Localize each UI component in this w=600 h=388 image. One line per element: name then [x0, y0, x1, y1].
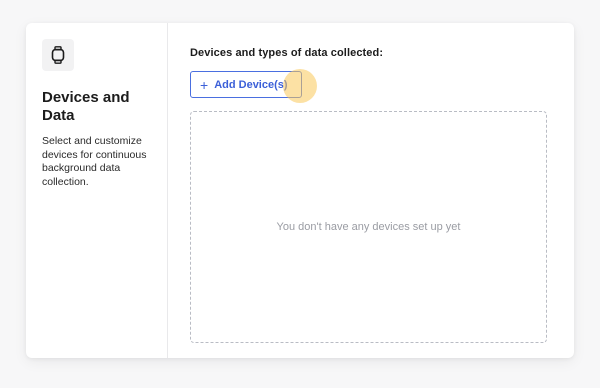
smartwatch-icon [42, 39, 74, 71]
section-description: Select and customize devices for continu… [42, 135, 147, 188]
add-device-button[interactable]: + Add Device(s) [190, 71, 302, 98]
devices-card: Devices and Data Select and customize de… [26, 23, 574, 358]
main-panel: Devices and types of data collected: + A… [168, 23, 574, 358]
add-device-label: Add Device(s) [214, 78, 288, 91]
sidebar: Devices and Data Select and customize de… [26, 23, 168, 358]
empty-state-text: You don't have any devices set up yet [276, 221, 461, 233]
plus-icon: + [200, 76, 209, 93]
devices-empty-state: You don't have any devices set up yet [190, 111, 547, 343]
devices-heading: Devices and types of data collected: [190, 47, 384, 59]
section-title: Devices and Data [42, 89, 130, 124]
